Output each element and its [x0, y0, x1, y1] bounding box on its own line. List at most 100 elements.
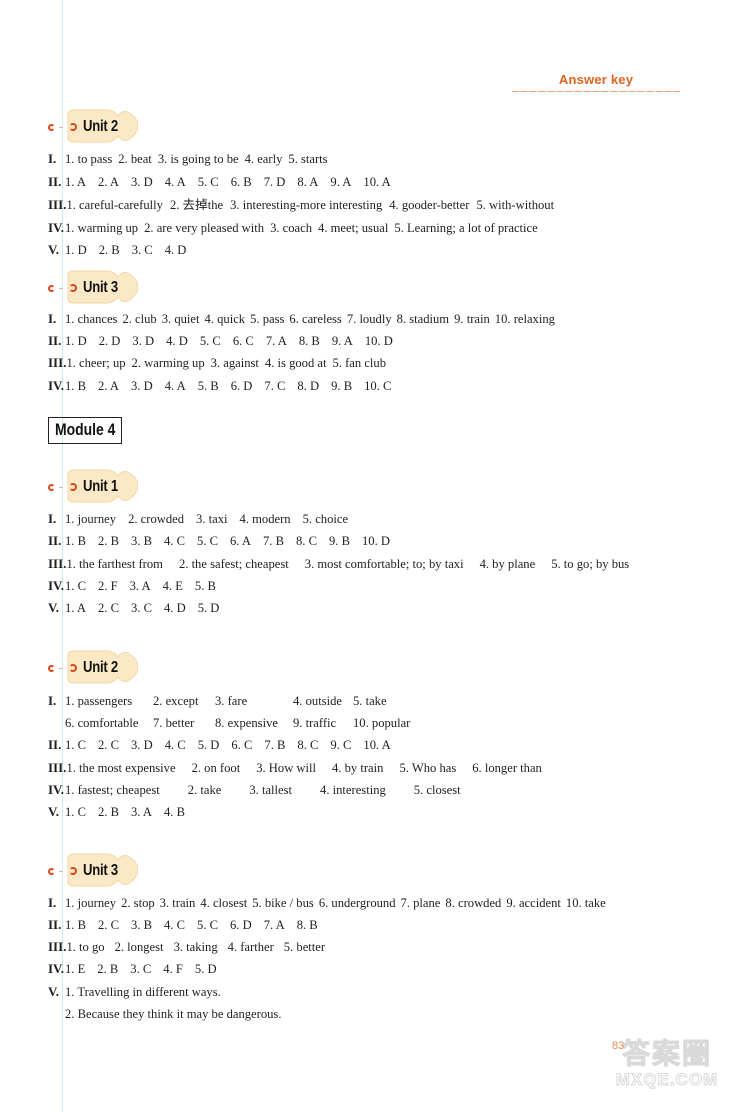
answer-item: 4. quick [204, 312, 246, 326]
answer-row: IV.1. C 2. F 3. A 4. E 5. B [48, 578, 216, 594]
answer-items: 1. careful-carefully 2. 去掉the 3. interesti… [66, 198, 554, 212]
answer-item: 8. expensive [215, 716, 278, 730]
answer-item: 2. C [98, 738, 119, 752]
section-numeral: I. [48, 311, 57, 326]
answer-item: 4. is good at [264, 356, 327, 370]
section-numeral: III. [48, 760, 67, 775]
answer-item: 3. A [131, 805, 152, 819]
answer-item: 8. C [296, 534, 317, 548]
answer-item: 1. cheer; up [66, 356, 126, 370]
section-numeral: IV. [48, 220, 65, 235]
answer-item: 4. A [164, 175, 186, 189]
ring-icon [48, 483, 55, 491]
answer-item: 1. fastest; cheapest [65, 783, 160, 797]
answer-item: 5. C [197, 534, 218, 548]
answer-item: 5. C [197, 918, 218, 932]
answer-items: 1. Travelling in different ways. [65, 985, 221, 999]
answer-item: 2. crowded [128, 512, 185, 526]
ring-icon [69, 664, 77, 672]
unit-title: Unit 3 [83, 279, 118, 296]
section-numeral: II. [48, 174, 62, 189]
answer-item: 10. A [363, 175, 391, 189]
dash-icon [59, 287, 63, 289]
section-numeral: IV. [48, 961, 65, 976]
answer-item: 1. C [65, 579, 86, 593]
answer-items: 1. journey 2. crowded 3. taxi 4. modern 5. c… [65, 512, 348, 526]
answer-item: 6. C [231, 738, 253, 752]
answer-item: 5. Learning; a lot of practice [394, 221, 538, 235]
page-number: 83 [612, 1040, 625, 1052]
answer-items: 1. B 2. A 3. D 4. A 5. B 6. D 7. C 8. D 9. B 10. … [65, 379, 391, 393]
answer-item: 3. most comfortable; to; by taxi [304, 557, 464, 571]
answer-item: 5. bike / bus [252, 896, 314, 910]
answer-item: 4. C [164, 918, 185, 932]
answer-row: III.1. the farthest from 2. the safest; c… [48, 556, 629, 572]
answer-row: I. 1. passengers 2. except 3. fare 4. outsid… [48, 693, 423, 709]
answer-item: 9. traffic [293, 716, 337, 730]
answer-item: 4. closest [200, 896, 248, 910]
answer-item: 6. careless [289, 312, 342, 326]
answer-row: II. 1. D 2. D 3. D 4. D 5. C 6. C 7. A 8. B 9. A1… [48, 333, 393, 349]
answer-row: IV.1. B 2. A 3. D 4. A 5. B 6. D 7. C 8. D 9. B1… [48, 378, 391, 394]
answer-item: 4. C [164, 738, 186, 752]
dash-icon [59, 870, 63, 872]
answer-item: 3. fare [215, 694, 248, 708]
answer-item: 9. accident [506, 896, 561, 910]
answer-item: 2. Because they think it may be dangerou… [65, 1007, 282, 1021]
answer-item: 7. B [264, 738, 286, 752]
answer-item: 5. better [283, 940, 326, 954]
answer-items: 1. C 2. C 3. D 4. C 5. D 6. C 7. B 8. C 9. C 10. … [65, 738, 391, 752]
answer-row: I. 1. to pass 2. beat 3. is going to be 4. e… [48, 151, 328, 167]
section-numeral: IV. [48, 782, 65, 797]
ring-icon [69, 867, 77, 875]
answer-item: 6. D [230, 918, 252, 932]
answer-item: 2. on foot [191, 761, 241, 775]
section-numeral: V. [48, 242, 59, 257]
answer-item: 3. C [131, 243, 153, 257]
answer-item: 2. F [98, 579, 118, 593]
module-title: Module 4 [55, 420, 116, 439]
answer-item: 4. early [244, 152, 283, 166]
answer-items: 1. A 2. A 3. D 4. A 5. C 6. B 7. D 8. A 9. A 10. … [65, 175, 391, 189]
section-numeral: IV. [48, 378, 65, 393]
answer-item: 3. interesting-more interesting [230, 198, 383, 212]
answer-item: 2. B [98, 534, 119, 548]
ring-icon [69, 284, 77, 292]
answer-item: 1. A [65, 601, 86, 615]
answer-row: II. 1. A 2. A 3. D 4. A 5. C 6. B 7. D 8. A 9. A1… [48, 174, 391, 190]
answer-item: 2. stop [121, 896, 155, 910]
answer-item: 7. plane [400, 896, 441, 910]
answer-item: 1. D [65, 243, 87, 257]
answer-items: 1. chances 2. club 3. quiet 4. quick 5. pass… [65, 312, 555, 326]
answer-item: 1. the most expensive [66, 761, 176, 775]
answer-item: 9. A [331, 334, 353, 348]
answer-item: 9. B [329, 534, 350, 548]
answer-item: 2. the safest; cheapest [178, 557, 289, 571]
answer-item: 1. to pass [65, 152, 113, 166]
answer-item: 3. A [129, 579, 151, 593]
answer-item: 2. except [153, 694, 199, 708]
answer-item: 4. gooder-better [389, 198, 470, 212]
answer-items: 1. E 2. B 3. C 4. F 5. D [65, 962, 217, 976]
answer-item: 5. take [353, 694, 387, 708]
answer-item: 5. fan club [332, 356, 387, 370]
answer-item: 2. are very pleased with [144, 221, 265, 235]
answer-item: 1. chances [65, 312, 118, 326]
answer-item: 3. C [130, 962, 152, 976]
answer-item: 9. train [454, 312, 490, 326]
answer-items: 1. B 2. C 3. B 4. C 5. C 6. D 7. A 8. B [65, 918, 318, 932]
answer-items: 6. comfortable 7. better 8. expensive 9. tr… [65, 716, 423, 730]
answer-item: 5. D [194, 962, 217, 976]
section-numeral: III. [48, 556, 67, 571]
answer-row: I. 1. chances 2. club 3. quiet 4. quick 5. pa… [48, 311, 555, 327]
answer-item: 8. crowded [445, 896, 502, 910]
section-numeral: I. [48, 151, 57, 166]
answer-item: 5. B [194, 579, 216, 593]
answer-item: 5. C [199, 334, 221, 348]
answer-item: 6. D [230, 379, 253, 393]
answer-item: 2. B [98, 243, 120, 257]
section-numeral: II. [48, 533, 62, 548]
answer-row: 6. comfortable 7. better 8. expensive 9. tr… [48, 715, 423, 731]
answer-item: 3. C [131, 601, 152, 615]
section-numeral: II. [48, 737, 62, 752]
